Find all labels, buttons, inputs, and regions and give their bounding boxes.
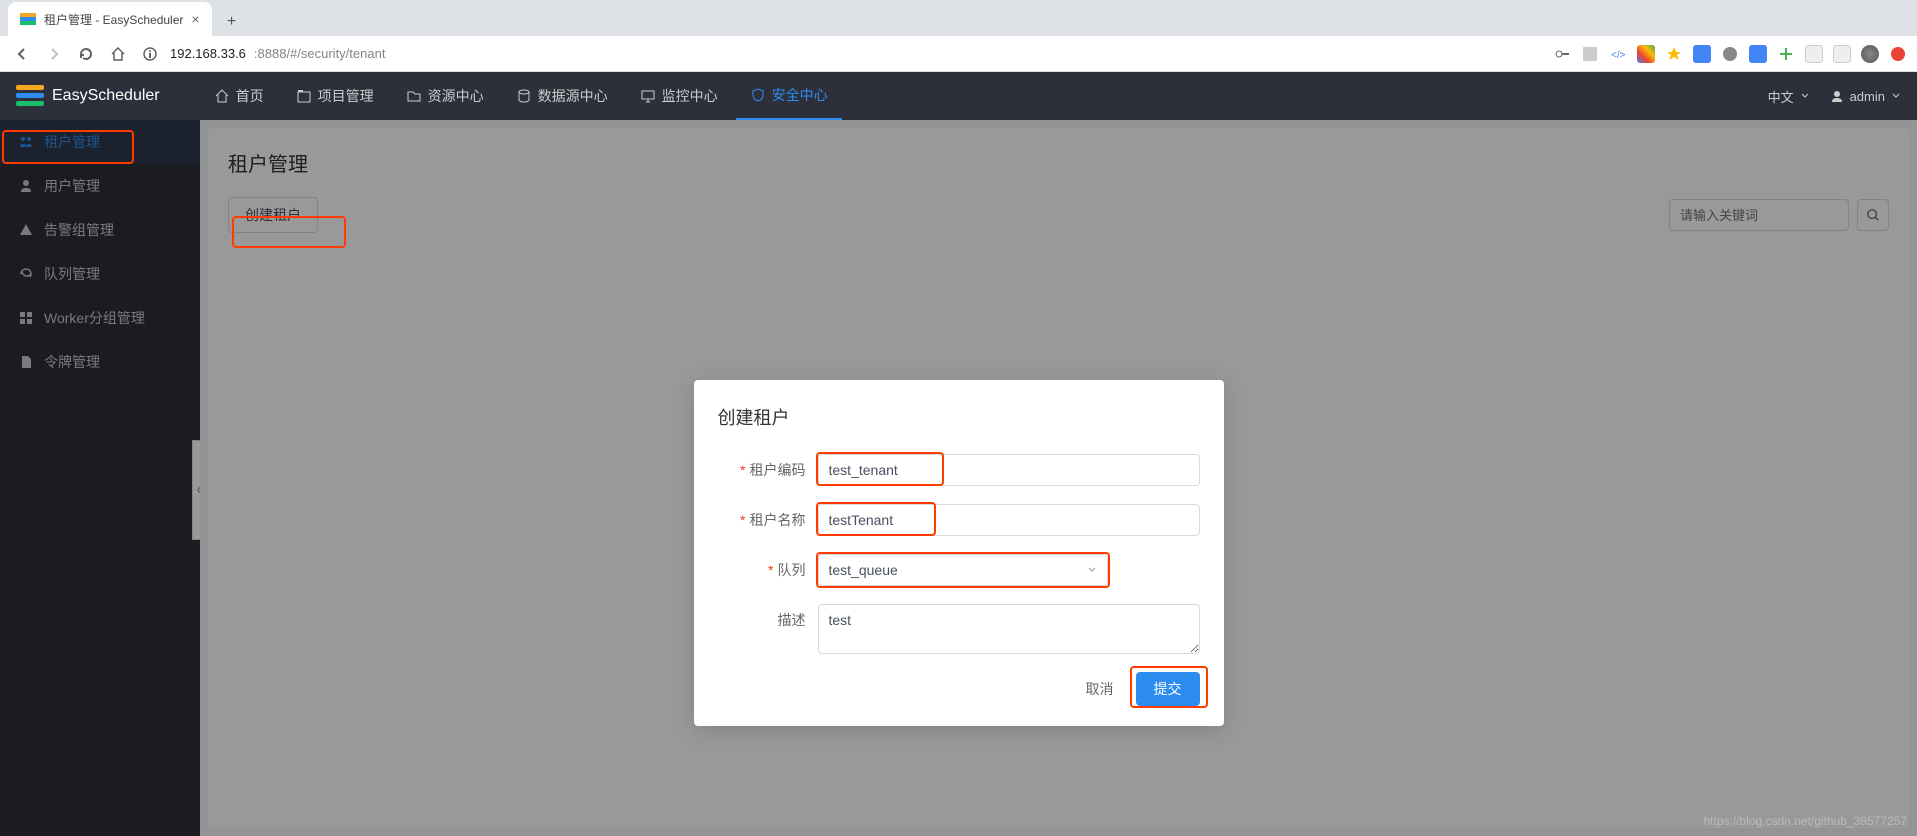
form-row-name: *租户名称	[718, 504, 1200, 536]
extension-icons: </>	[1553, 45, 1907, 63]
language-selector[interactable]: 中文	[1768, 87, 1810, 106]
tenant-code-input[interactable]	[818, 454, 1200, 486]
modal-overlay[interactable]: 创建租户 *租户编码 *租户名称 *队列 test_queue	[0, 120, 1917, 836]
key-icon[interactable]	[1553, 45, 1571, 63]
description-textarea[interactable]	[818, 604, 1200, 654]
url-path: :8888/#/security/tenant	[254, 46, 386, 61]
ext-icon[interactable]	[1749, 45, 1767, 63]
forward-button[interactable]	[42, 42, 66, 66]
ext-icon[interactable]: </>	[1609, 45, 1627, 63]
database-icon	[516, 88, 532, 104]
close-icon[interactable]: ×	[191, 11, 199, 27]
svg-text:</>: </>	[1611, 50, 1626, 61]
logo[interactable]: EasyScheduler	[16, 85, 160, 107]
avatar-icon[interactable]	[1861, 45, 1879, 63]
chevron-down-icon	[1087, 565, 1097, 575]
top-nav: 首页 项目管理 资源中心 数据源中心 监控中心 安全中心	[200, 72, 842, 120]
new-tab-button[interactable]: +	[218, 8, 246, 36]
watermark: https://blog.csdn.net/github_39577257	[1704, 814, 1908, 828]
chevron-down-icon	[1891, 91, 1901, 101]
ext-icon[interactable]	[1805, 45, 1823, 63]
modal-title: 创建租户	[718, 404, 1200, 430]
browser-tab[interactable]: 租户管理 - EasyScheduler ×	[8, 2, 212, 36]
queue-select[interactable]: test_queue	[818, 554, 1108, 586]
ext-icon[interactable]	[1777, 45, 1795, 63]
user-icon	[1830, 89, 1844, 103]
modal-footer: 取消 提交	[718, 672, 1200, 706]
ext-icon[interactable]	[1637, 45, 1655, 63]
nav-project[interactable]: 项目管理	[282, 72, 388, 120]
tenant-name-input[interactable]	[818, 504, 1200, 536]
home-button[interactable]	[106, 42, 130, 66]
star-icon[interactable]	[1665, 45, 1683, 63]
ext-icon[interactable]	[1693, 45, 1711, 63]
cancel-button[interactable]: 取消	[1072, 672, 1128, 706]
ext-icon[interactable]	[1889, 45, 1907, 63]
site-info-icon[interactable]	[138, 42, 162, 66]
url-input[interactable]: 192.168.33.6 :8888/#/security/tenant	[170, 46, 1545, 61]
address-bar: 192.168.33.6 :8888/#/security/tenant </>	[0, 36, 1917, 72]
tab-strip: 租户管理 - EasyScheduler × +	[0, 0, 1917, 36]
browser-chrome: 租户管理 - EasyScheduler × + 192.168.33.6 :88…	[0, 0, 1917, 72]
reload-button[interactable]	[74, 42, 98, 66]
app-header: EasyScheduler 首页 项目管理 资源中心 数据源中心 监控中心 安全…	[0, 72, 1917, 120]
user-menu[interactable]: admin	[1830, 89, 1901, 104]
ext-icon[interactable]	[1833, 45, 1851, 63]
folder-icon	[406, 88, 422, 104]
shield-icon	[750, 87, 766, 103]
submit-button[interactable]: 提交	[1136, 672, 1200, 706]
logo-icon	[16, 85, 44, 107]
url-host: 192.168.33.6	[170, 46, 246, 61]
app-name: EasyScheduler	[52, 87, 160, 105]
ext-icon[interactable]	[1581, 45, 1599, 63]
nav-resource[interactable]: 资源中心	[392, 72, 498, 120]
home-icon	[214, 88, 230, 104]
monitor-icon	[640, 88, 656, 104]
tab-title: 租户管理 - EasyScheduler	[44, 11, 183, 28]
header-right: 中文 admin	[1768, 87, 1901, 106]
project-icon	[296, 88, 312, 104]
nav-home[interactable]: 首页	[200, 72, 278, 120]
nav-security[interactable]: 安全中心	[736, 72, 842, 120]
form-row-queue: *队列 test_queue	[718, 554, 1200, 586]
back-button[interactable]	[10, 42, 34, 66]
form-row-desc: 描述	[718, 604, 1200, 654]
nav-monitor[interactable]: 监控中心	[626, 72, 732, 120]
ext-icon[interactable]	[1721, 45, 1739, 63]
create-tenant-modal: 创建租户 *租户编码 *租户名称 *队列 test_queue	[694, 380, 1224, 726]
chevron-down-icon	[1800, 91, 1810, 101]
form-row-code: *租户编码	[718, 454, 1200, 486]
favicon-icon	[20, 11, 36, 27]
nav-datasource[interactable]: 数据源中心	[502, 72, 622, 120]
